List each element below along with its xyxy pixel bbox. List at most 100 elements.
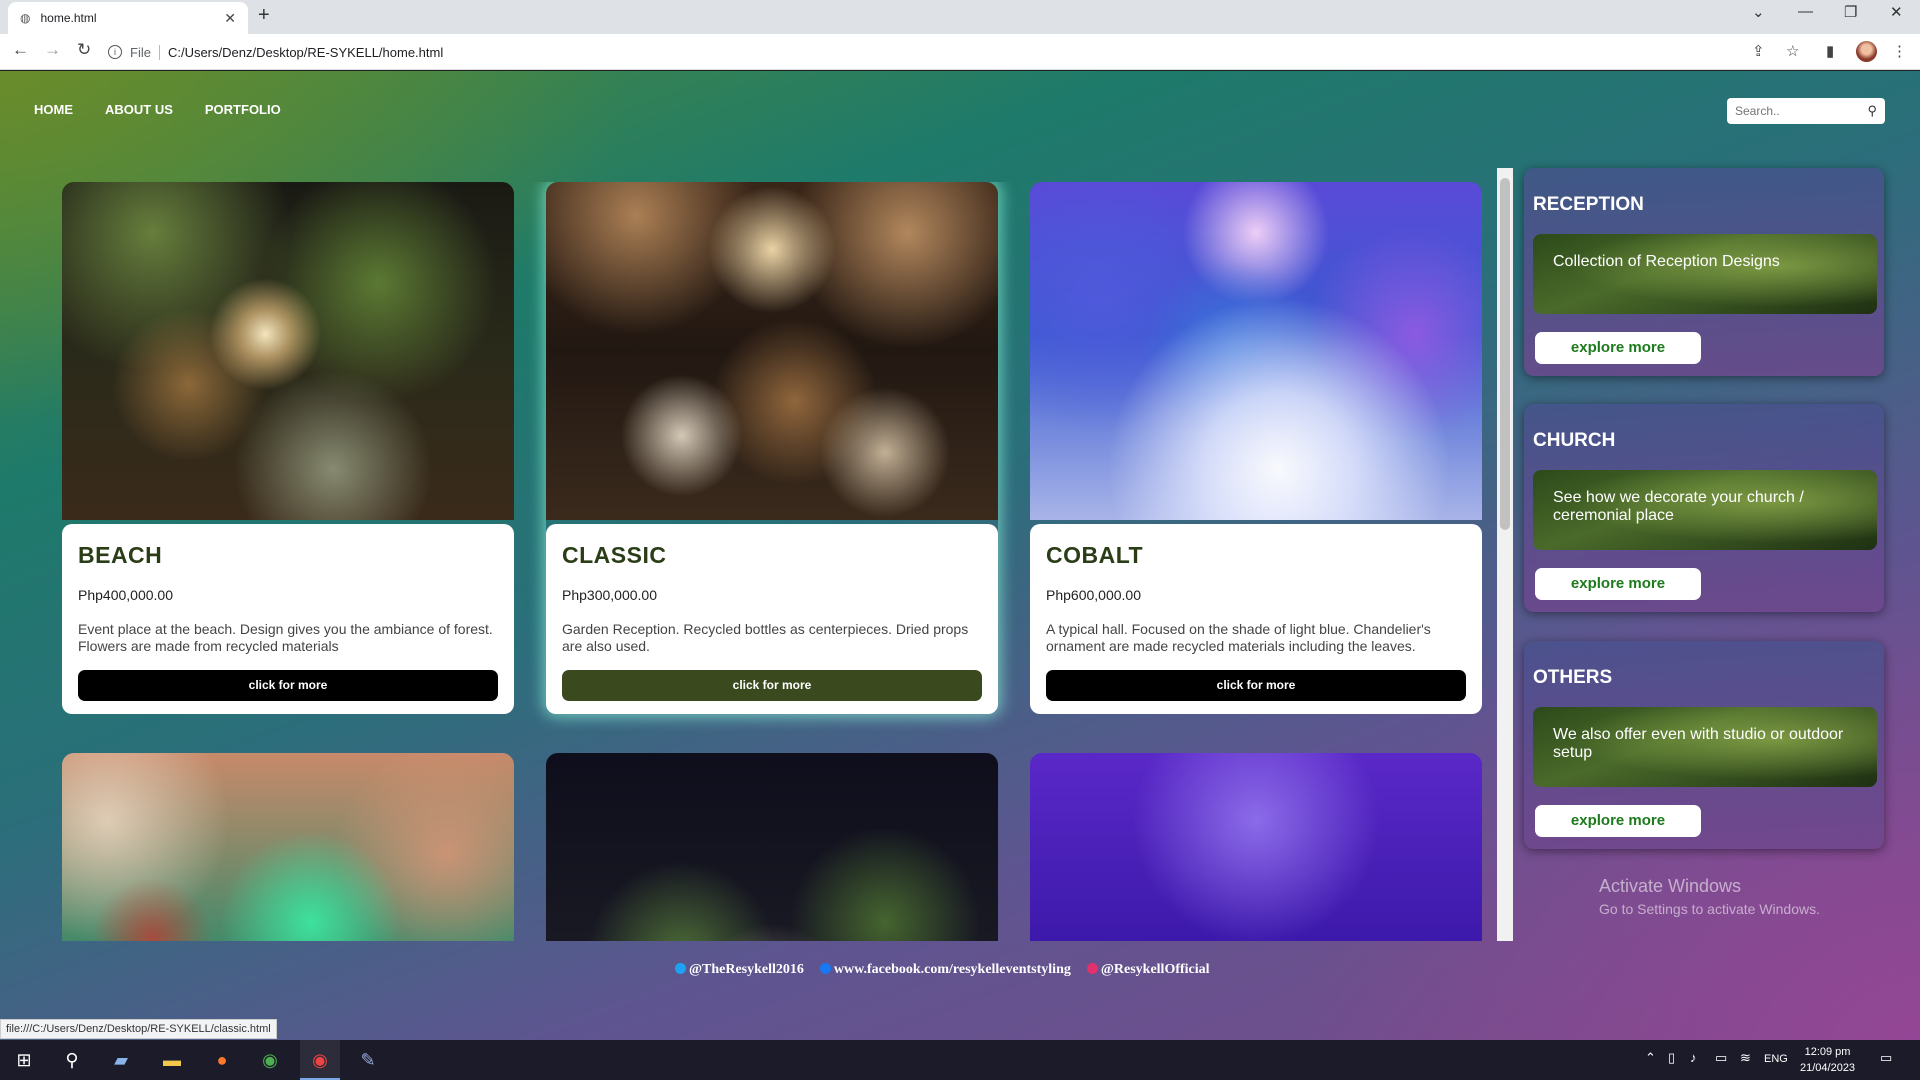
card-description: Garden Reception. Recycled bottles as ce… bbox=[562, 621, 969, 654]
status-bubble: file:///C:/Users/Denz/Desktop/RE-SYKELL/… bbox=[0, 1019, 277, 1039]
card-title: COBALT bbox=[1046, 542, 1144, 568]
restore-icon[interactable]: ❐ bbox=[1844, 3, 1857, 21]
nav-home[interactable]: HOME bbox=[34, 102, 73, 117]
close-tab-icon[interactable]: ✕ bbox=[224, 10, 236, 27]
wifi-icon[interactable]: ≋ bbox=[1740, 1050, 1751, 1066]
click-for-more-button[interactable]: click for more bbox=[562, 670, 982, 701]
volume-icon[interactable]: ♪ bbox=[1690, 1050, 1697, 1065]
bookmark-star-icon[interactable]: ☆ bbox=[1786, 42, 1799, 60]
watermark-subtitle: Go to Settings to activate Windows. bbox=[1599, 901, 1820, 917]
beach-photo bbox=[62, 182, 514, 520]
card-cobalt: COBALT Php600,000.00 A typical hall. Foc… bbox=[1030, 182, 1482, 714]
clock-date: 21/04/2023 bbox=[1800, 1062, 1856, 1074]
info-icon[interactable]: i bbox=[108, 45, 122, 59]
clock-time: 12:09 pm bbox=[1804, 1046, 1851, 1058]
sidebar-banner: See how we decorate your church / ceremo… bbox=[1533, 470, 1877, 550]
firefox-icon[interactable]: ● bbox=[210, 1048, 234, 1072]
sidebar-church: CHURCH See how we decorate your church /… bbox=[1524, 404, 1884, 612]
menu-icon[interactable]: ⋮ bbox=[1892, 42, 1907, 60]
back-icon[interactable]: ← bbox=[12, 40, 29, 60]
nav-about-us[interactable]: ABOUT US bbox=[105, 102, 173, 117]
twitter-icon bbox=[675, 963, 686, 974]
tab-search-icon[interactable]: ⌄ bbox=[1752, 3, 1765, 21]
start-icon[interactable]: ⊞ bbox=[12, 1048, 36, 1072]
card-price: Php400,000.00 bbox=[78, 587, 173, 603]
card-row2-3 bbox=[1030, 753, 1482, 941]
click-for-more-button[interactable]: click for more bbox=[1046, 670, 1466, 701]
event-photo bbox=[1030, 753, 1482, 941]
grid-scrollbar[interactable] bbox=[1497, 168, 1513, 941]
explore-more-button[interactable]: explore more bbox=[1535, 805, 1701, 837]
chrome-icon[interactable]: ◉ bbox=[258, 1048, 282, 1072]
scrollbar-thumb[interactable] bbox=[1500, 178, 1510, 530]
search-icon[interactable]: ⚲ bbox=[60, 1048, 84, 1072]
explore-more-button[interactable]: explore more bbox=[1535, 568, 1701, 600]
profile-avatar[interactable] bbox=[1856, 41, 1877, 62]
sidebar-title: RECEPTION bbox=[1533, 194, 1644, 215]
windows-taskbar: ⊞ ⚲ ▰ ▬ ● ◉ ◉ ✎ ⌃ ▯ ♪ ▭ ≋ ENG 12:09 pm 2… bbox=[0, 1040, 1920, 1080]
minimize-icon[interactable]: — bbox=[1798, 3, 1813, 20]
new-tab-button[interactable]: + bbox=[258, 4, 270, 27]
social-footer: @TheResykell2016 www.facebook.com/resyke… bbox=[675, 962, 1210, 978]
facebook-icon bbox=[819, 963, 831, 974]
language-indicator[interactable]: ENG bbox=[1764, 1053, 1788, 1065]
card-price: Php600,000.00 bbox=[1046, 587, 1141, 603]
page-viewport: HOME ABOUT US PORTFOLIO ⚲ BEACH Php400,0… bbox=[0, 71, 1920, 1040]
close-window-icon[interactable]: ✕ bbox=[1890, 3, 1903, 21]
card-description: Event place at the beach. Design gives y… bbox=[78, 621, 493, 654]
tab-strip: ◍ home.html ✕ + ⌄ — ❐ ✕ bbox=[0, 0, 1920, 34]
reload-icon[interactable]: ↻ bbox=[77, 40, 91, 60]
forward-icon[interactable]: → bbox=[44, 40, 61, 60]
sidebar-title: CHURCH bbox=[1533, 430, 1616, 451]
battery-icon[interactable]: ▯ bbox=[1668, 1050, 1675, 1066]
url-scheme: File bbox=[130, 44, 160, 60]
sidebar-banner: We also offer even with studio or outdoo… bbox=[1533, 707, 1877, 787]
twitter-link[interactable]: @TheResykell2016 bbox=[675, 962, 804, 978]
instagram-link[interactable]: @ResykellOfficial bbox=[1086, 962, 1210, 978]
browser-toolbar: ← → ↻ i File C:/Users/Denz/Desktop/RE-SY… bbox=[0, 34, 1920, 70]
nav-portfolio[interactable]: PORTFOLIO bbox=[205, 102, 281, 117]
url-text[interactable]: C:/Users/Denz/Desktop/RE-SYKELL/home.htm… bbox=[168, 45, 443, 60]
cobalt-photo bbox=[1030, 182, 1482, 520]
chrome-active-icon[interactable]: ◉ bbox=[300, 1040, 340, 1080]
search-icon[interactable]: ⚲ bbox=[1867, 103, 1877, 119]
tray-chevron-icon[interactable]: ⌃ bbox=[1645, 1050, 1656, 1066]
explore-more-button[interactable]: explore more bbox=[1535, 332, 1701, 364]
facebook-link[interactable]: www.facebook.com/resykelleventstyling bbox=[819, 962, 1071, 978]
notepad-icon[interactable]: ▰ bbox=[109, 1048, 133, 1072]
facebook-url: www.facebook.com/resykelleventstyling bbox=[833, 962, 1071, 977]
search-input[interactable] bbox=[1735, 104, 1868, 118]
card-classic[interactable]: CLASSIC Php300,000.00 Garden Reception. … bbox=[546, 182, 998, 714]
instagram-handle: @ResykellOfficial bbox=[1100, 962, 1210, 977]
watermark-title: Activate Windows bbox=[1599, 876, 1742, 896]
card-title: CLASSIC bbox=[562, 542, 667, 568]
twitter-handle: @TheResykell2016 bbox=[689, 962, 804, 977]
sidebar-banner: Collection of Reception Designs bbox=[1533, 234, 1877, 314]
click-for-more-button[interactable]: click for more bbox=[78, 670, 498, 701]
system-clock[interactable]: 12:09 pm 21/04/2023 bbox=[1800, 1044, 1855, 1076]
card-row2-2 bbox=[546, 753, 998, 941]
activate-windows-watermark: Activate Windows Go to Settings to activ… bbox=[1599, 876, 1820, 917]
card-beach: BEACH Php400,000.00 Event place at the b… bbox=[62, 182, 514, 714]
sidebar-others: OTHERS We also offer even with studio or… bbox=[1524, 641, 1884, 849]
file-explorer-icon[interactable]: ▬ bbox=[160, 1048, 184, 1072]
address-bar[interactable]: i File C:/Users/Denz/Desktop/RE-SYKELL/h… bbox=[108, 38, 1788, 66]
portfolio-grid: BEACH Php400,000.00 Event place at the b… bbox=[62, 182, 1482, 941]
top-nav: HOME ABOUT US PORTFOLIO bbox=[34, 102, 281, 117]
side-panel-icon[interactable]: ▮ bbox=[1826, 42, 1834, 60]
sidebar-title: OTHERS bbox=[1533, 667, 1613, 688]
tab-title: home.html bbox=[40, 11, 97, 25]
card-row2-1 bbox=[62, 753, 514, 941]
classic-photo bbox=[546, 182, 998, 520]
card-title: BEACH bbox=[78, 542, 163, 568]
card-body: BEACH Php400,000.00 Event place at the b… bbox=[62, 524, 514, 714]
share-icon[interactable]: ⇪ bbox=[1752, 42, 1765, 60]
event-photo bbox=[62, 753, 514, 941]
browser-tab[interactable]: ◍ home.html ✕ bbox=[8, 2, 248, 34]
card-body: CLASSIC Php300,000.00 Garden Reception. … bbox=[546, 524, 998, 714]
display-icon[interactable]: ▭ bbox=[1715, 1050, 1727, 1066]
notifications-icon[interactable]: ▭ bbox=[1880, 1050, 1892, 1066]
card-body: COBALT Php600,000.00 A typical hall. Foc… bbox=[1030, 524, 1482, 714]
search-box: ⚲ bbox=[1727, 98, 1885, 124]
app-icon[interactable]: ✎ bbox=[356, 1048, 380, 1072]
